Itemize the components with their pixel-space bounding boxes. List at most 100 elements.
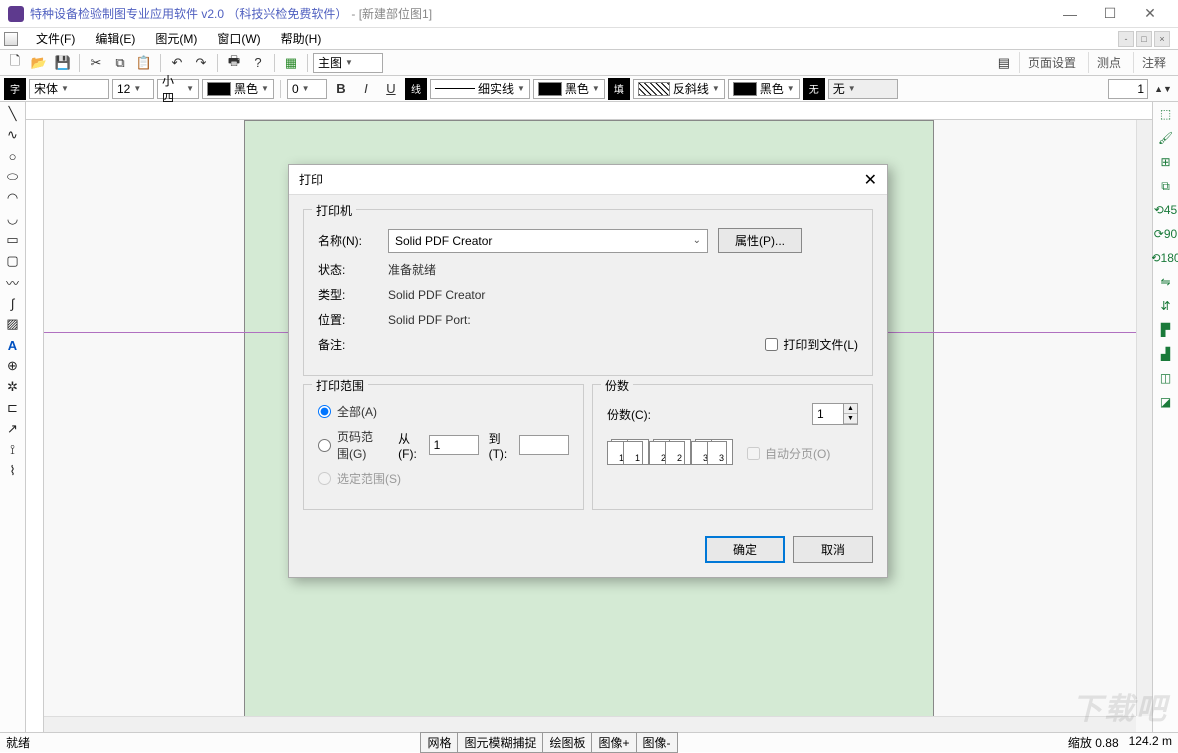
tool-curve-icon[interactable]: 〰 (2, 272, 24, 292)
rtool-back-icon[interactable]: ▟ (1155, 344, 1177, 364)
tool-arc-icon[interactable]: ◠ (2, 188, 24, 208)
font-size-dropdown[interactable]: 12▼ (112, 79, 154, 99)
view-dropdown[interactable]: 主图 ▼ (313, 53, 383, 73)
menu-file[interactable]: 文件(F) (28, 28, 83, 49)
fill-dropdown[interactable]: 无▼ (828, 79, 898, 99)
line-icon[interactable]: 线 (405, 78, 427, 100)
rtool-group-icon[interactable]: ⧉ (1155, 176, 1177, 196)
sb-snap[interactable]: 图元模糊捕捉 (458, 732, 543, 753)
mdi-restore[interactable]: □ (1136, 31, 1152, 47)
tool-roundrect-icon[interactable]: ▢ (2, 251, 24, 271)
ok-button[interactable]: 确定 (705, 536, 785, 563)
sb-board[interactable]: 绘图板 (543, 732, 592, 753)
rtool-rotate45-icon[interactable]: ⟲45 (1155, 200, 1177, 220)
font-color-dropdown[interactable]: 黑色▼ (202, 79, 274, 99)
tool-curve2-icon[interactable]: ⌇ (2, 461, 24, 481)
underline-button[interactable]: U (380, 78, 402, 100)
mdi-close[interactable]: × (1154, 31, 1170, 47)
tool-line-icon[interactable]: ╲ (2, 104, 24, 124)
copy-icon[interactable]: ⧉ (109, 52, 131, 74)
tool-leader-icon[interactable]: ↗ (2, 419, 24, 439)
printer-select[interactable]: Solid PDF Creator ⌄ (388, 229, 708, 253)
rtool-brush-icon[interactable]: 🖌 (1155, 128, 1177, 148)
scrollbar-horizontal[interactable] (44, 716, 1136, 732)
open-icon[interactable]: 📂 (28, 52, 50, 74)
tool-gear-icon[interactable]: ✲ (2, 377, 24, 397)
print-to-file-checkbox[interactable] (765, 338, 778, 351)
print-to-file-check[interactable]: 打印到文件(L) (765, 336, 858, 353)
range-all-radio[interactable]: 全部(A) (318, 403, 377, 420)
to-input[interactable] (519, 435, 569, 455)
rtool-fliph-icon[interactable]: ⇋ (1155, 272, 1177, 292)
menu-help[interactable]: 帮助(H) (273, 28, 330, 49)
sb-grid[interactable]: 网格 (420, 732, 458, 753)
spin-down-icon[interactable]: ▼ (844, 414, 857, 424)
tool-dim-icon[interactable]: ⊕ (2, 356, 24, 376)
hatch-style-dropdown[interactable]: 反斜线▼ (633, 79, 725, 99)
cut-icon[interactable]: ✂ (85, 52, 107, 74)
properties-button[interactable]: 属性(P)... (718, 228, 802, 253)
page-setup-link[interactable]: 页面设置 (1019, 52, 1084, 73)
hatch-icon[interactable]: 填 (608, 78, 630, 100)
tool-ellipse-icon[interactable]: ⬭ (2, 167, 24, 187)
rtool-front-icon[interactable]: ▛ (1155, 320, 1177, 340)
undo-icon[interactable]: ↶ (166, 52, 188, 74)
copies-input[interactable] (813, 407, 843, 421)
sb-imgminus[interactable]: 图像- (637, 732, 678, 753)
mdi-minimize[interactable]: - (1118, 31, 1134, 47)
tool-spline-icon[interactable]: ∫ (2, 293, 24, 313)
sb-imgplus[interactable]: 图像+ (592, 732, 636, 753)
italic-button[interactable]: I (355, 78, 377, 100)
cancel-button[interactable]: 取消 (793, 536, 873, 563)
doc-icon[interactable]: ▤ (993, 52, 1015, 74)
menu-edit[interactable]: 编辑(E) (87, 28, 143, 49)
rtool-layer2-icon[interactable]: ◪ (1155, 392, 1177, 412)
tool-measure-icon[interactable]: ⟟ (2, 440, 24, 460)
measure-link[interactable]: 测点 (1088, 52, 1129, 73)
menu-window[interactable]: 窗口(W) (209, 28, 268, 49)
mdi-icon[interactable] (4, 32, 18, 46)
tool-polyline-icon[interactable]: ∿ (2, 125, 24, 145)
rtool-rotate90-icon[interactable]: ⟳90 (1155, 224, 1177, 244)
fill-icon[interactable]: 无 (803, 78, 825, 100)
maximize-button[interactable]: ☐ (1090, 2, 1130, 26)
menu-element[interactable]: 图元(M) (147, 28, 205, 49)
line-color-dropdown[interactable]: 黑色▼ (533, 79, 605, 99)
from-input[interactable] (429, 435, 479, 455)
tool-weld-icon[interactable]: ⊏ (2, 398, 24, 418)
rtool-layer1-icon[interactable]: ◫ (1155, 368, 1177, 388)
tool-circle-icon[interactable]: ○ (2, 146, 24, 166)
dialog-close-icon[interactable]: ✕ (864, 170, 877, 190)
help-icon[interactable]: ? (247, 52, 269, 74)
preview-icon[interactable]: ▦ (280, 52, 302, 74)
annotate-link[interactable]: 注释 (1133, 52, 1174, 73)
new-icon[interactable]: 🗋 (4, 52, 26, 74)
rtool-flipv-icon[interactable]: ⇵ (1155, 296, 1177, 316)
dialog-titlebar[interactable]: 打印 ✕ (289, 165, 887, 195)
close-button[interactable]: ✕ (1130, 2, 1170, 26)
stroke-width[interactable]: 0▼ (287, 79, 327, 99)
range-pages-radio[interactable]: 页码范围(G) (318, 428, 374, 462)
tool-rect-icon[interactable]: ▭ (2, 230, 24, 250)
rtool-rotate180-icon[interactable]: ⟲180 (1155, 248, 1177, 268)
rtool-select-icon[interactable]: ⬚ (1155, 104, 1177, 124)
tool-hatch-icon[interactable]: ▨ (2, 314, 24, 334)
minimize-button[interactable]: — (1050, 2, 1090, 26)
save-icon[interactable]: 💾 (52, 52, 74, 74)
print-icon[interactable]: 🖶 (223, 52, 245, 74)
hatch-color-dropdown[interactable]: 黑色▼ (728, 79, 800, 99)
tool-text-icon[interactable]: A (2, 335, 24, 355)
font-icon[interactable]: 字 (4, 78, 26, 100)
font-name-dropdown[interactable]: 宋体▼ (29, 79, 109, 99)
rtool-align-icon[interactable]: ⊞ (1155, 152, 1177, 172)
scrollbar-vertical[interactable] (1136, 120, 1152, 716)
tool-arc2-icon[interactable]: ◡ (2, 209, 24, 229)
paste-icon[interactable]: 📋 (133, 52, 155, 74)
copies-spinner[interactable]: ▲▼ (812, 403, 858, 425)
count-input[interactable] (1108, 79, 1148, 99)
redo-icon[interactable]: ↷ (190, 52, 212, 74)
spin-up-icon[interactable]: ▲ (844, 404, 857, 414)
bold-button[interactable]: B (330, 78, 352, 100)
font-sizename-dropdown[interactable]: 小四▼ (157, 79, 199, 99)
line-style-dropdown[interactable]: 细实线▼ (430, 79, 530, 99)
